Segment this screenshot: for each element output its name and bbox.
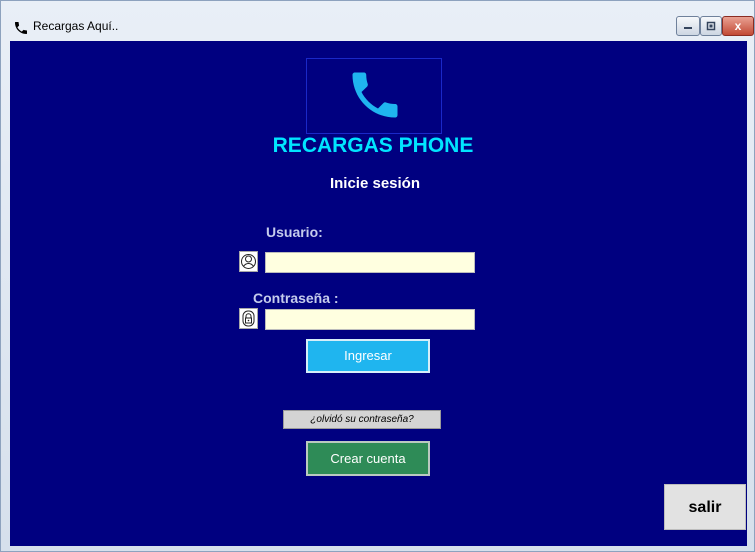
minimize-icon — [684, 27, 692, 29]
create-account-button[interactable]: Crear cuenta — [306, 441, 430, 476]
username-input[interactable] — [265, 252, 475, 273]
maximize-button[interactable] — [700, 16, 722, 36]
close-button[interactable]: x — [722, 16, 754, 36]
minimize-button[interactable] — [676, 16, 700, 36]
username-label: Usuario: — [266, 224, 323, 240]
app-window: Recargas Aquí.. x RECARGAS PHONE Inicie … — [0, 0, 755, 552]
close-icon: x — [734, 19, 742, 33]
lock-icon — [239, 308, 258, 329]
login-panel: RECARGAS PHONE Inicie sesión Usuario: Co… — [10, 41, 747, 546]
title-bar[interactable]: Recargas Aquí.. x — [1, 1, 754, 41]
login-subtitle: Inicie sesión — [329, 175, 421, 192]
logo — [306, 58, 442, 134]
brand-title: RECARGAS PHONE — [272, 134, 474, 157]
maximize-icon — [706, 21, 716, 31]
phone-icon — [352, 72, 398, 118]
window-title: Recargas Aquí.. — [33, 19, 119, 33]
login-button[interactable]: Ingresar — [306, 339, 430, 373]
phone-icon — [15, 22, 27, 34]
password-input[interactable] — [265, 309, 475, 330]
exit-button[interactable]: salir — [664, 484, 746, 530]
password-label: Contraseña : — [253, 290, 339, 306]
user-icon — [239, 251, 258, 272]
forgot-password-button[interactable]: ¿olvidó su contraseña? — [283, 410, 441, 429]
